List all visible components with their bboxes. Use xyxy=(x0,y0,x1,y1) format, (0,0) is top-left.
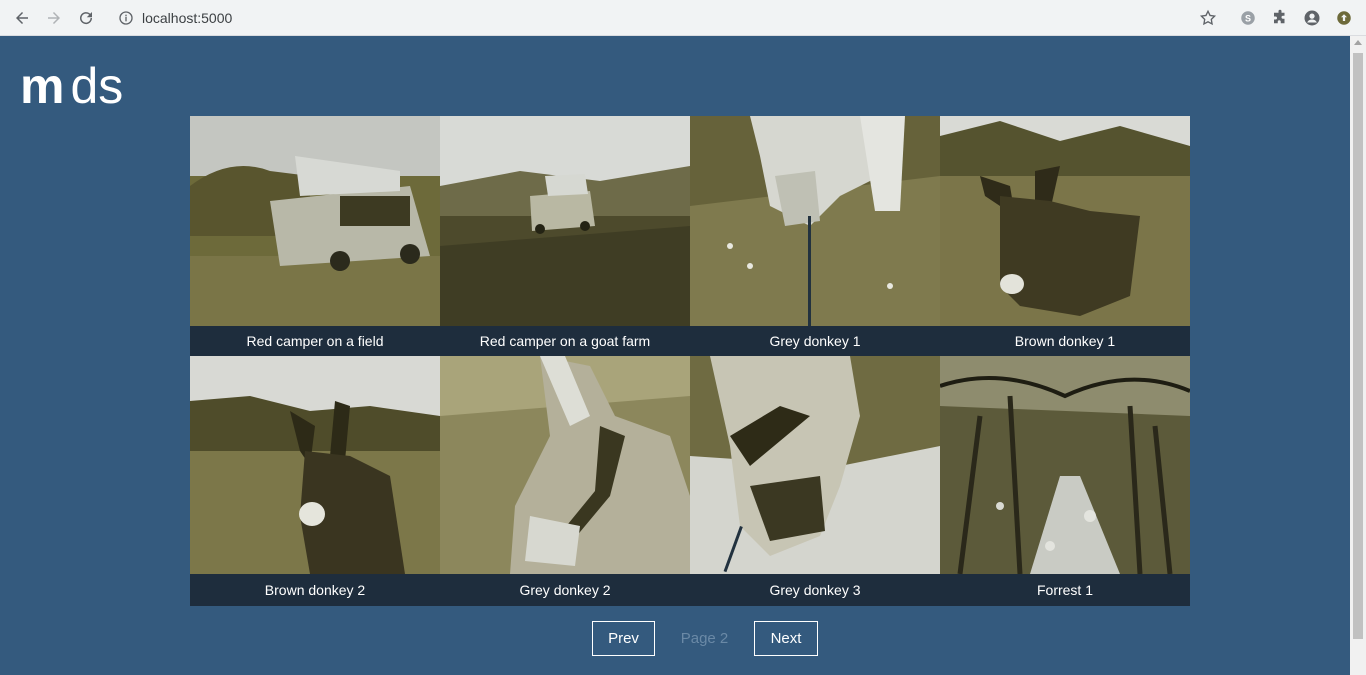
gallery-caption[interactable]: Grey donkey 3 xyxy=(690,574,940,606)
page-indicator: Page 2 xyxy=(680,630,729,647)
svg-text:S: S xyxy=(1245,13,1251,23)
update-icon[interactable] xyxy=(1333,7,1355,29)
brown-donkey-1-photo[interactable] xyxy=(940,116,1190,326)
gallery-caption[interactable]: Brown donkey 2 xyxy=(190,574,440,606)
back-icon[interactable] xyxy=(10,6,34,30)
reload-icon[interactable] xyxy=(74,6,98,30)
extensions-puzzle-icon[interactable] xyxy=(1269,7,1291,29)
grey-donkey-3-photo[interactable] xyxy=(690,356,940,574)
url-text[interactable]: localhost:5000 xyxy=(142,10,232,26)
gallery-caption[interactable]: Red camper on a field xyxy=(190,326,440,356)
logo-light-text: ds xyxy=(70,58,124,114)
skype-extension-icon[interactable]: S xyxy=(1237,7,1259,29)
gallery-caption[interactable]: Grey donkey 1 xyxy=(690,326,940,356)
brown-donkey-2-photo[interactable] xyxy=(190,356,440,574)
gallery-item[interactable]: Grey donkey 3 xyxy=(690,356,940,606)
forward-icon[interactable] xyxy=(42,6,66,30)
info-icon[interactable] xyxy=(118,10,134,26)
gallery-item[interactable]: Brown donkey 2 xyxy=(190,356,440,606)
gallery-item[interactable]: Red camper on a goat farm xyxy=(440,116,690,356)
gallery-item[interactable]: Forrest 1 xyxy=(940,356,1190,606)
prev-button[interactable]: Prev xyxy=(592,621,655,656)
grey-donkey-2-photo[interactable] xyxy=(440,356,690,574)
scrollbar-thumb[interactable] xyxy=(1353,53,1363,639)
gallery-caption[interactable]: Grey donkey 2 xyxy=(440,574,690,606)
address-bar[interactable]: localhost:5000 xyxy=(108,4,1208,32)
bookmark-star-icon[interactable] xyxy=(1197,7,1219,29)
camper-field-photo[interactable] xyxy=(190,116,440,326)
gallery-caption[interactable]: Forrest 1 xyxy=(940,574,1190,606)
gallery-caption[interactable]: Brown donkey 1 xyxy=(940,326,1190,356)
gallery-item[interactable]: Grey donkey 1 xyxy=(690,116,940,356)
logo-bold-text: m xyxy=(20,58,64,114)
browser-toolbar: localhost:5000 S xyxy=(0,0,1366,36)
scroll-up-arrow-icon[interactable] xyxy=(1354,40,1362,45)
gallery-item[interactable]: Red camper on a field xyxy=(190,116,440,356)
pagination: Prev Page 2 Next xyxy=(592,621,818,656)
page-scrollbar[interactable] xyxy=(1350,36,1366,675)
photo-gallery: Red camper on a field Red camper on a go… xyxy=(190,116,1190,606)
gallery-item[interactable]: Brown donkey 1 xyxy=(940,116,1190,356)
forrest-1-photo[interactable] xyxy=(940,356,1190,574)
next-button[interactable]: Next xyxy=(754,621,818,656)
gallery-item[interactable]: Grey donkey 2 xyxy=(440,356,690,606)
grey-donkey-1-photo[interactable] xyxy=(690,116,940,326)
profile-avatar-icon[interactable] xyxy=(1301,7,1323,29)
site-logo[interactable]: m ds xyxy=(20,60,123,112)
camper-goat-farm-photo[interactable] xyxy=(440,116,690,326)
gallery-caption[interactable]: Red camper on a goat farm xyxy=(440,326,690,356)
